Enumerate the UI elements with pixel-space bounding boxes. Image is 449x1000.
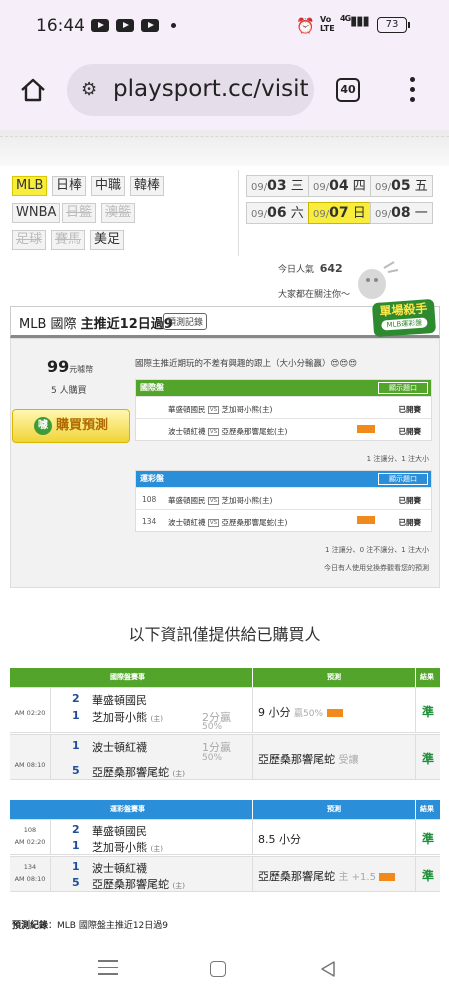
prediction-record-footer: 預測紀錄：MLB 國際盤主推近12日過9 <box>12 921 169 931</box>
league-tab-nfl[interactable]: 美足 <box>90 230 125 250</box>
alarm-icon: ⏰ <box>296 17 315 35</box>
youtube-notification-icon <box>116 19 134 32</box>
battery-icon: 73 <box>377 17 410 33</box>
home-nav-icon[interactable] <box>210 961 226 977</box>
lottery-market-title: 運彩盤 <box>140 474 164 483</box>
league-tab-cpbl[interactable]: 中職 <box>91 176 126 196</box>
page-header-strip <box>0 130 449 166</box>
intl-market-title: 國際盤 <box>140 383 164 392</box>
prediction-record-button[interactable]: 預測記錄 <box>163 313 208 330</box>
url-text[interactable]: playsport.cc/visit <box>113 76 309 102</box>
table-row: 108 AM 02:20 2 華盛頓國民 1 芝加哥小熊 (主) 8.5 小分 … <box>10 819 440 855</box>
flag-icon <box>326 709 343 717</box>
recent-apps-icon[interactable] <box>98 960 118 976</box>
flag-icon <box>357 425 375 433</box>
youtube-notification-icon <box>91 19 109 32</box>
battery-level: 73 <box>385 19 399 30</box>
price: 99元噱幣 <box>47 357 94 376</box>
table-row: 134 波士頓紅襪 VS 亞歷桑那響尾蛇(主) 已開賽 <box>136 509 431 531</box>
table-row: 波士頓紅襪 VS 亞歷桑那響尾蛇(主) 已開賽 <box>136 418 431 440</box>
volte-indicator: Vo LTE <box>320 15 335 33</box>
buy-prediction-button[interactable]: 噱購買預測 <box>12 409 130 443</box>
league-tab-horse-racing: 賽馬 <box>51 230 86 250</box>
league-tab-npb[interactable]: 日棒 <box>52 176 87 196</box>
flag-icon <box>379 873 396 881</box>
back-icon[interactable] <box>319 960 337 978</box>
page-content: MLB 日棒 中職 韓棒 WNBA 日籃 澳籃 足球 賽馬 美足 09/03 三… <box>0 166 449 936</box>
youtube-notification-icon <box>141 19 159 32</box>
show-bets-button[interactable]: 顯示題口 <box>378 382 428 394</box>
buyers-only-notice: 以下資訊僅提供給已購買人 <box>128 625 321 644</box>
system-navigation-bar <box>0 936 449 1000</box>
tab-count: 40 <box>340 83 356 96</box>
site-settings-icon[interactable]: ⚙ <box>81 79 97 100</box>
date-tab-0908[interactable]: 09/08 一 <box>370 202 433 224</box>
address-bar[interactable]: ⚙ playsport.cc/visit <box>67 64 314 116</box>
league-tab-kbo[interactable]: 韓棒 <box>130 176 165 196</box>
browser-toolbar: ⚙ playsport.cc/visit 40 <box>0 50 449 130</box>
intl-market-table: 國際盤 顯示題口 華盛頓國民 VS 芝加哥小熊(主) 已開賽 波士頓紅襪 VS … <box>135 379 432 441</box>
table-row: AM 02:20 2 華盛頓國民 1 芝加哥小熊 (主) 2分贏 50% 9 小… <box>10 687 440 733</box>
table-row: 華盛頓國民 VS 芝加哥小熊(主) 已開賽 <box>136 396 431 418</box>
signal-icon: 4G▮▮▮ <box>340 14 370 29</box>
lottery-market-table: 運彩盤 顯示題口 108 華盛頓國民 VS 芝加哥小熊(主) 已開賽 134 波… <box>135 470 432 532</box>
flag-icon <box>357 516 375 524</box>
home-icon[interactable] <box>20 78 46 102</box>
date-tab-0904[interactable]: 09/04 四 <box>308 175 371 197</box>
mascot-illustration <box>358 261 399 299</box>
table-row: 134 AM 08:10 1 波士頓紅襪 5 亞歷桑那響尾蛇 (主) 亞歷桑那響… <box>10 856 440 892</box>
league-tab-soccer: 足球 <box>12 230 47 250</box>
lottery-meta: 1 注讓分、0 注不讓分、1 注大小 <box>324 546 429 554</box>
overflow-menu-icon[interactable] <box>410 77 416 103</box>
status-time: 16:44 <box>36 16 85 36</box>
exchange-notice: 今日有人使用兌換券觀看您的預測 <box>324 564 429 572</box>
status-bar: 16:44 ⏰ Vo LTE 4G▮▮▮ 73 <box>0 0 449 50</box>
divider <box>238 170 239 256</box>
date-tab-0906[interactable]: 09/06 六 <box>246 202 309 224</box>
date-tab-0905[interactable]: 09/05 五 <box>370 175 433 197</box>
popularity-count: 642 <box>319 262 343 275</box>
watching-text: 大家都在關注你～ <box>278 290 351 300</box>
predictor-title-bar: MLB 國際 主推近12日過9 預測記錄 單場殺手 MLB運彩盤 <box>10 298 440 338</box>
table-row: AM 08:10 1 波士頓紅襪 5 亞歷桑那響尾蛇 (主) 1分贏 50% 亞… <box>10 734 440 780</box>
network-type: 4G <box>340 14 351 23</box>
league-tab-mlb[interactable]: MLB <box>12 176 48 196</box>
popularity: 今日人氣 642 <box>278 262 343 275</box>
buyer-count: 5 人購買 <box>51 386 87 396</box>
table-row: 108 華盛頓國民 VS 芝加哥小熊(主) 已開賽 <box>136 487 431 509</box>
show-bets-button[interactable]: 顯示題口 <box>378 473 428 485</box>
lottery-results-table: 運彩盤賽事 預測 結果 108 AM 02:20 2 華盛頓國民 1 芝加哥小熊… <box>10 800 440 892</box>
tab-switcher-button[interactable]: 40 <box>336 78 360 102</box>
page-title: MLB 國際 主推近12日過9 <box>19 317 173 332</box>
intl-results-table: 國際盤賽事 預測 結果 AM 02:20 2 華盛頓國民 1 芝加哥小熊 (主)… <box>10 668 440 780</box>
league-tab-au-basketball: 澳籃 <box>101 203 136 223</box>
more-notifications-icon <box>171 23 176 28</box>
date-tab-0903[interactable]: 09/03 三 <box>246 175 309 197</box>
coin-icon: 噱 <box>33 416 52 435</box>
intl-meta: 1 注讓分、1 注大小 <box>366 455 429 463</box>
date-tab-0907[interactable]: 09/07 日 <box>308 202 371 224</box>
prediction-description: 國際主推近期玩的不差有興趣的跟上（大小分輸贏）😍😍😍 <box>135 359 358 369</box>
purchase-panel: 99元噱幣 5 人購買 噱購買預測 國際主推近期玩的不差有興趣的跟上（大小分輸贏… <box>10 338 440 588</box>
single-game-killer-badge: 單場殺手 MLB運彩盤 <box>371 298 437 338</box>
league-tab-wnba[interactable]: WNBA <box>12 203 61 223</box>
league-tab-jp-basketball: 日籃 <box>62 203 97 223</box>
